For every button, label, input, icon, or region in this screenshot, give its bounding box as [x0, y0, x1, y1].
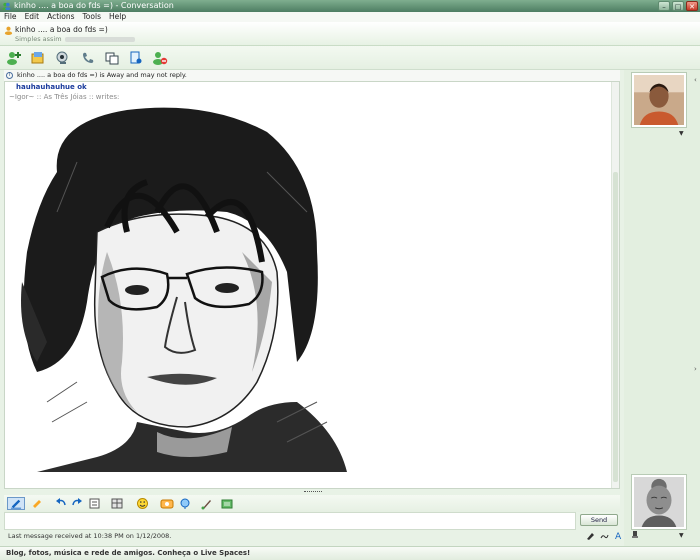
ad-banner[interactable]: Blog, fotos, música e rede de amigos. Co…	[0, 546, 700, 560]
menu-file[interactable]: File	[4, 12, 17, 22]
away-alert-text: kinho .... a boa do fds =) is Away and m…	[17, 71, 187, 79]
font-size-icon[interactable]: A	[614, 531, 623, 540]
send-button[interactable]: Send	[580, 514, 618, 526]
sender-writes-line: ~Igor~ :: As Três Jóias :: writes:	[9, 93, 120, 101]
received-message: hauhauhauhue ok	[16, 83, 87, 91]
away-alert: i kinho .... a boa do fds =) is Away and…	[4, 70, 620, 81]
info-icon: i	[6, 72, 13, 79]
menu-bar: File Edit Actions Tools Help	[0, 12, 700, 22]
my-display-picture[interactable]	[631, 474, 687, 530]
games-icon[interactable]	[128, 50, 144, 66]
contact-name: kinho .... a boa do fds =)	[15, 25, 108, 34]
contact-picture-menu-icon[interactable]: ▼	[679, 130, 684, 137]
window-title: kinho .... a boa do fds =) - Conversatio…	[14, 1, 174, 10]
scrollbar-thumb[interactable]	[613, 172, 618, 482]
messenger-icon	[2, 2, 11, 10]
my-picture-menu-icon[interactable]: ▼	[679, 532, 684, 539]
contact-header: kinho .... a boa do fds =) Simples assim	[0, 22, 700, 46]
splitter-grip[interactable]	[304, 491, 322, 493]
brush-icon[interactable]	[200, 497, 214, 510]
menu-actions[interactable]: Actions	[47, 12, 74, 22]
activities-icon[interactable]	[104, 50, 120, 66]
webcam-icon[interactable]	[632, 531, 638, 538]
svg-text:A: A	[615, 532, 622, 540]
expand-arrow-icon[interactable]: ›	[694, 365, 697, 373]
status-blurred-text	[64, 36, 135, 42]
video-call-icon[interactable]	[55, 50, 71, 66]
contact-status-message: Simples assim	[15, 35, 135, 43]
color-icon[interactable]	[220, 497, 234, 510]
call-icon[interactable]	[80, 50, 96, 66]
close-button[interactable]: ✕	[686, 1, 698, 11]
collapse-arrow-icon[interactable]: ‹	[694, 76, 697, 84]
maximize-button[interactable]: □	[672, 1, 684, 11]
last-message-status: Last message received at 10:38 PM on 1/1…	[8, 532, 172, 540]
emoticon-icon[interactable]	[136, 497, 150, 510]
handwrite-mode-icon[interactable]	[600, 531, 609, 540]
history-scrollbar[interactable]	[611, 82, 619, 488]
input-mode-tools: A	[586, 531, 623, 540]
contact-presence-icon	[4, 26, 13, 35]
conversation-history[interactable]: hauhauhauhue ok ~Igor~ :: As Três Jóias …	[4, 81, 620, 489]
portrait-sketch-image	[21, 107, 347, 472]
menu-edit[interactable]: Edit	[25, 12, 40, 22]
wink-icon[interactable]	[160, 497, 174, 510]
invite-contact-icon[interactable]	[6, 50, 22, 66]
contact-display-picture[interactable]	[631, 72, 687, 128]
background-icon[interactable]	[110, 497, 124, 510]
type-mode-icon[interactable]	[586, 531, 595, 540]
format-toolbar	[4, 495, 620, 512]
undo-icon[interactable]	[54, 497, 68, 510]
block-icon[interactable]	[152, 50, 168, 66]
pen-icon[interactable]	[7, 497, 25, 510]
share-files-icon[interactable]	[30, 50, 46, 66]
main-toolbar	[0, 46, 700, 70]
nudge-icon[interactable]	[178, 497, 192, 510]
buddha-photo	[634, 477, 684, 527]
redo-icon[interactable]	[70, 497, 84, 510]
message-input[interactable]	[4, 512, 576, 530]
contact-photo	[634, 75, 684, 125]
menu-tools[interactable]: Tools	[83, 12, 101, 22]
display-picture-panel: ‹ › ▼ ▼	[624, 70, 700, 546]
title-bar: kinho .... a boa do fds =) - Conversatio…	[0, 0, 700, 12]
font-icon[interactable]	[88, 497, 102, 510]
menu-help[interactable]: Help	[109, 12, 126, 22]
highlighter-icon[interactable]	[30, 497, 44, 510]
minimize-button[interactable]: –	[658, 1, 670, 11]
